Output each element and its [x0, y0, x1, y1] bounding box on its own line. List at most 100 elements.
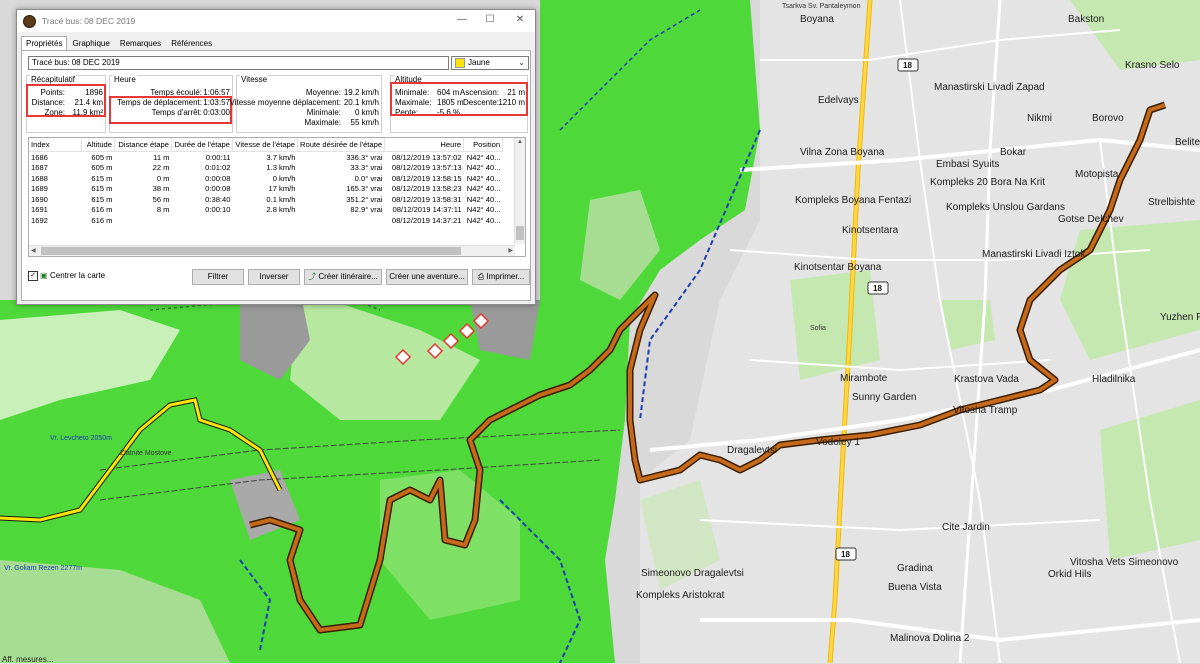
- scroll-right-icon[interactable]: ▶: [508, 247, 513, 254]
- tab-properties[interactable]: Propriétés: [21, 36, 68, 51]
- highlight-box: [109, 96, 232, 124]
- cell: 08/12/2019 13:57:02: [391, 152, 462, 162]
- horizontal-scrollbar[interactable]: ◀ ▶: [29, 245, 515, 256]
- map-label: Malinova Dolina 2: [890, 633, 970, 644]
- map-label: Tsarkva Sv. Pantaleymon: [782, 3, 861, 10]
- cell: 0 m: [156, 173, 170, 183]
- minimize-button[interactable]: —: [455, 14, 469, 25]
- map-label: Belite: [1175, 137, 1200, 148]
- cell: N42° 40...: [466, 215, 501, 225]
- map-label: Gradina: [897, 563, 933, 574]
- cell: N42° 40...: [466, 173, 501, 183]
- map-label: Vilna Zona Boyana: [800, 147, 885, 158]
- scroll-up-icon[interactable]: ▲: [517, 139, 523, 145]
- cell: 605 m: [91, 152, 113, 162]
- cell: N42° 40...: [466, 163, 501, 173]
- tab-references[interactable]: Références: [166, 36, 217, 51]
- max-speed-label: Maximale:: [304, 118, 341, 127]
- col-distance[interactable]: Distance étape: [114, 138, 172, 152]
- cell: 56 m: [152, 194, 170, 204]
- cell: N42° 40...: [466, 194, 501, 204]
- app-icon: [23, 14, 36, 28]
- center-map-checkbox[interactable]: ✓: [28, 271, 38, 281]
- col-altitude[interactable]: Altitude: [81, 138, 115, 152]
- map-label: Strelbishte: [1148, 197, 1196, 208]
- tab-notes[interactable]: Remarques: [115, 36, 166, 51]
- track-properties-dialog: Tracé bus: 08 DEC 2019 — ☐ ✕ Propriétés …: [16, 9, 536, 305]
- cell: 0:38:40: [205, 194, 231, 204]
- table-row[interactable]: 1686 605 m 11 m 0:00:11 3.7 km/h 336.3° vrai 0…: [29, 152, 503, 163]
- cell: 08/12/2019 13:57:13: [391, 163, 462, 173]
- print-button[interactable]: ⎙ Imprimer...: [472, 269, 530, 285]
- table-row[interactable]: 1691 616 m 8 m 0:00:10 2.8 km/h 82.9° vrai 08/…: [29, 205, 503, 216]
- col-time[interactable]: Heure: [384, 138, 465, 152]
- cell: 1692: [31, 215, 48, 225]
- scroll-thumb[interactable]: [41, 247, 461, 255]
- cell: N42° 40...: [466, 205, 501, 215]
- map-label: Kompleks Unslou Gardans: [946, 202, 1065, 213]
- table-row[interactable]: 1689 615 m 38 m 0:00:08 17 km/h 165.3° vrai 08…: [29, 184, 503, 195]
- road-shield: 18: [873, 284, 882, 293]
- table-header-row: Index Altitude Distance étape Durée de l…: [29, 138, 504, 152]
- cell: 615 m: [91, 173, 113, 183]
- col-position[interactable]: Position: [463, 138, 504, 152]
- track-name-input[interactable]: Tracé bus: 08 DEC 2019: [28, 56, 449, 70]
- map-label: Sofia: [810, 325, 826, 332]
- speed-group: Vitesse Moyenne: 19.2 km/h Vitesse moyen…: [230, 75, 382, 133]
- tab-bar: Propriétés Graphique Remarques Référence…: [21, 36, 217, 51]
- cell: 615 m: [91, 194, 113, 204]
- cell: [233, 215, 298, 226]
- cell: 1690: [31, 194, 48, 204]
- cell: 1.3 km/h: [266, 163, 296, 173]
- table-row[interactable]: 1688 615 m 0 m 0:00:08 0 km/h 0.0° vrai 08/12/…: [29, 173, 503, 184]
- map-label: Vitosha Tramp: [953, 405, 1018, 416]
- map-label: Krastova Vada: [954, 374, 1019, 385]
- map-label: Sunny Garden: [852, 392, 917, 403]
- table-row[interactable]: 1687 605 m 22 m 0:01:02 1.3 km/h 33.3° vrai 08…: [29, 163, 503, 174]
- max-speed-value: 55 km/h: [350, 118, 379, 127]
- map-label: Boyana: [800, 14, 834, 25]
- map-label: Kompleks Boyana Fentazi: [795, 195, 911, 206]
- create-route-button[interactable]: ⤴ Créer itinéraire...: [304, 269, 382, 285]
- cell: 0 km/h: [272, 173, 296, 183]
- properties-panel: Tracé bus: 08 DEC 2019 Jaune ⌄ Récapitul…: [21, 50, 531, 301]
- action-bar: ✓ Centrer la carte ▣ Filtrer Inverser ⤴ …: [28, 269, 530, 285]
- road-shield: 18: [841, 550, 850, 559]
- table-row[interactable]: 1692 616 m 08/12/2019 14:37:21 N42° 40...: [29, 215, 503, 226]
- create-adventure-button[interactable]: Créer une aventure...: [386, 269, 468, 285]
- cell: 0:00:11: [205, 152, 231, 162]
- map-icon: ▣: [40, 271, 48, 280]
- invert-button[interactable]: Inverser: [248, 269, 300, 285]
- cell: 08/12/2019 13:58:23: [391, 184, 462, 194]
- col-index[interactable]: Index: [29, 138, 82, 152]
- track-color-select[interactable]: Jaune ⌄: [451, 56, 529, 70]
- trackpoint-table[interactable]: Index Altitude Distance étape Durée de l…: [28, 137, 526, 257]
- tab-graph[interactable]: Graphique: [67, 36, 114, 51]
- vertical-scrollbar[interactable]: ▲: [514, 138, 525, 244]
- map-label: Hladilnika: [1092, 374, 1136, 385]
- col-duration[interactable]: Durée de l'étape: [171, 138, 233, 152]
- cell: [172, 215, 233, 226]
- map-label: Manastirski Livadi Iztok: [982, 249, 1086, 260]
- filter-button[interactable]: Filtrer: [192, 269, 244, 285]
- road-shield: 18: [903, 61, 912, 70]
- min-speed-value: 0 km/h: [354, 108, 379, 117]
- maximize-button[interactable]: ☐: [483, 14, 497, 25]
- scroll-thumb[interactable]: [516, 226, 524, 240]
- col-speed[interactable]: Vitesse de l'étape: [232, 138, 298, 152]
- cell: 08/12/2019 13:58:15: [391, 173, 462, 183]
- table-row[interactable]: 1690 615 m 56 m 0:38:40 0.1 km/h 351.2° vrai 0…: [29, 194, 503, 205]
- cell: 82.9° vrai: [350, 205, 383, 215]
- close-button[interactable]: ✕: [513, 14, 527, 25]
- scroll-left-icon[interactable]: ◀: [31, 247, 36, 254]
- map-label: Vitosha Vets Simeonovo: [1070, 557, 1179, 568]
- cell: 08/12/2019 13:58:31: [391, 194, 462, 204]
- col-course[interactable]: Route désirée de l'étape: [297, 138, 386, 152]
- color-label: Jaune: [468, 58, 490, 67]
- cell: N42° 40...: [466, 184, 501, 194]
- title-bar[interactable]: Tracé bus: 08 DEC 2019 — ☐ ✕: [17, 10, 535, 32]
- cell: 0.0° vrai: [354, 173, 383, 183]
- avg-speed-value: 19.2 km/h: [343, 88, 379, 97]
- map-label: Vr. Levcheto 2050m: [50, 435, 112, 442]
- cell: 1687: [31, 163, 48, 173]
